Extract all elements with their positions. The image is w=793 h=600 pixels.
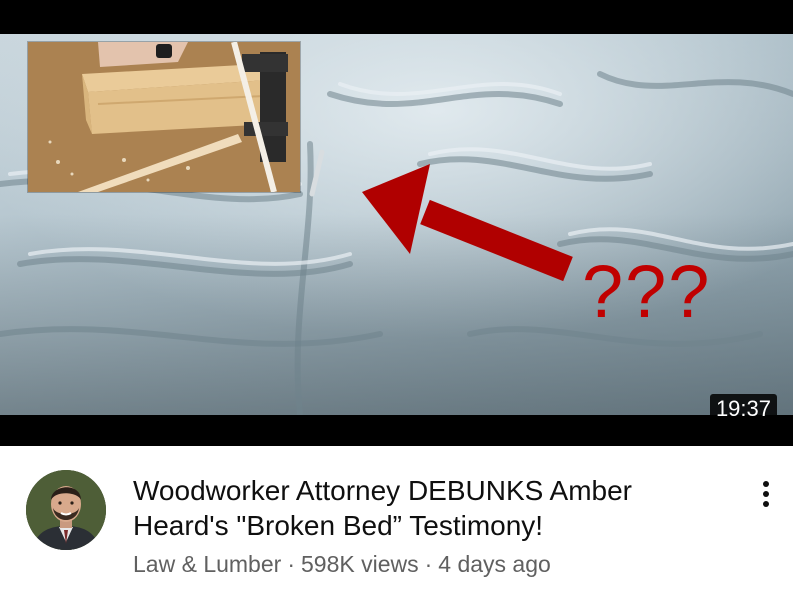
- inset-woodworking-image: [28, 42, 300, 192]
- upload-age: 4 days ago: [438, 551, 551, 577]
- menu-dot: [763, 491, 769, 497]
- duration-badge: 19:37: [709, 394, 777, 424]
- menu-dot: [763, 481, 769, 487]
- video-thumbnail[interactable]: ??? 19:37: [0, 0, 793, 446]
- thumbnail-overlay-text: ???: [582, 250, 712, 333]
- more-vert-icon[interactable]: [748, 474, 784, 514]
- menu-dot: [763, 501, 769, 507]
- letterbox-top: [0, 0, 793, 34]
- video-card[interactable]: ??? 19:37 Woodworker Attorney DEBUNKS Am…: [0, 0, 793, 600]
- channel-name[interactable]: Law & Lumber: [133, 551, 281, 577]
- channel-avatar[interactable]: [26, 470, 106, 550]
- separator: ·: [287, 551, 295, 577]
- view-count: 598K views: [300, 551, 419, 577]
- video-meta: Woodworker Attorney DEBUNKS Amber Heard'…: [0, 446, 793, 600]
- video-subtitle: Law & Lumber · 598K views · 4 days ago: [133, 550, 551, 578]
- avatar-portrait: [26, 470, 106, 550]
- video-title[interactable]: Woodworker Attorney DEBUNKS Amber Heard'…: [133, 473, 713, 543]
- letterbox-bottom: [0, 415, 793, 446]
- separator: ·: [424, 551, 433, 577]
